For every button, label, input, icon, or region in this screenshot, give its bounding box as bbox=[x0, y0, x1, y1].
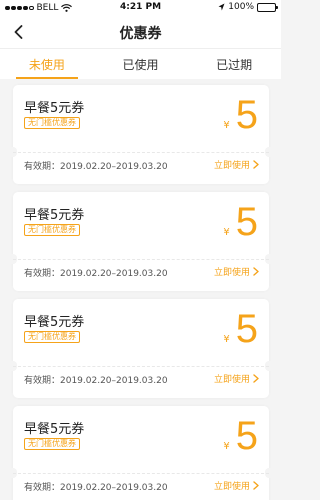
use-now-label: 立即使用 bbox=[213, 482, 250, 492]
tab-bar: 未使用 已使用 已过期 bbox=[0, 48, 281, 79]
coupon-tag: 无门槛优惠券 bbox=[24, 117, 80, 129]
currency-symbol: ¥ bbox=[223, 120, 230, 131]
tab-unused[interactable]: 未使用 bbox=[0, 49, 94, 79]
coupon-card: 早餐5元券 无门槛优惠券 ¥ 5 有效期：2019.02.20–2019.03.… bbox=[9, 299, 273, 398]
coupon-amount: ¥ 5 bbox=[223, 307, 258, 351]
coupon-card: 早餐5元券 无门槛优惠券 ¥ 5 有效期：2019.02.20–2019.03.… bbox=[9, 85, 273, 184]
coupon-title: 早餐5元券 bbox=[24, 101, 85, 116]
tab-expired[interactable]: 已过期 bbox=[187, 49, 281, 79]
location-arrow-icon bbox=[218, 3, 225, 11]
coupon-tag: 无门槛优惠券 bbox=[24, 438, 80, 450]
coupon-card: 早餐5元券 无门槛优惠券 ¥ 5 有效期：2019.02.20–2019.03.… bbox=[9, 406, 273, 500]
use-now-button[interactable]: 立即使用 bbox=[214, 479, 259, 492]
use-now-label: 立即使用 bbox=[213, 375, 250, 385]
currency-symbol: ¥ bbox=[223, 227, 230, 238]
validity-period: 有效期：2019.02.20–2019.03.20 bbox=[24, 162, 168, 172]
amount-value: 5 bbox=[235, 414, 258, 458]
use-now-button[interactable]: 立即使用 bbox=[214, 372, 259, 385]
chevron-right-icon bbox=[253, 160, 259, 169]
use-now-label: 立即使用 bbox=[213, 161, 250, 171]
coupon-tag: 无门槛优惠券 bbox=[24, 224, 80, 236]
use-now-button[interactable]: 立即使用 bbox=[214, 265, 259, 278]
coupon-amount: ¥ 5 bbox=[223, 414, 258, 458]
use-now-button[interactable]: 立即使用 bbox=[214, 158, 259, 171]
coupon-card: 早餐5元券 无门槛优惠券 ¥ 5 有效期：2019.02.20–2019.03.… bbox=[9, 192, 273, 291]
chevron-right-icon bbox=[253, 267, 259, 276]
validity-period: 有效期：2019.02.20–2019.03.20 bbox=[24, 269, 168, 279]
amount-value: 5 bbox=[235, 93, 258, 137]
currency-symbol: ¥ bbox=[223, 334, 230, 345]
amount-value: 5 bbox=[235, 307, 258, 351]
chevron-right-icon bbox=[253, 374, 259, 383]
dashed-divider bbox=[13, 366, 269, 367]
validity-period: 有效期：2019.02.20–2019.03.20 bbox=[24, 376, 168, 386]
coupon-amount: ¥ 5 bbox=[223, 200, 258, 244]
battery-icon bbox=[257, 2, 278, 12]
amount-value: 5 bbox=[235, 200, 258, 244]
dashed-divider bbox=[13, 259, 269, 260]
coupon-title: 早餐5元券 bbox=[24, 315, 85, 330]
coupon-title: 早餐5元券 bbox=[24, 208, 85, 223]
validity-period: 有效期：2019.02.20–2019.03.20 bbox=[24, 483, 168, 493]
dashed-divider bbox=[13, 473, 269, 474]
currency-symbol: ¥ bbox=[223, 441, 230, 452]
tab-used[interactable]: 已使用 bbox=[94, 49, 188, 79]
status-bar: BELL 4:21 PM 100% bbox=[0, 0, 281, 16]
use-now-label: 立即使用 bbox=[213, 268, 250, 278]
chevron-right-icon bbox=[253, 481, 259, 490]
coupon-amount: ¥ 5 bbox=[223, 93, 258, 137]
coupon-tag: 无门槛优惠券 bbox=[24, 331, 80, 343]
coupon-title: 早餐5元券 bbox=[24, 422, 85, 437]
page-title: 优惠券 bbox=[119, 26, 162, 42]
dashed-divider bbox=[13, 152, 269, 153]
navigation-bar: 优惠券 bbox=[0, 16, 281, 48]
battery-percent: 100% bbox=[228, 2, 254, 12]
status-right: 100% bbox=[218, 2, 278, 12]
coupon-list: 早餐5元券 无门槛优惠券 ¥ 5 有效期：2019.02.20–2019.03.… bbox=[9, 85, 273, 500]
